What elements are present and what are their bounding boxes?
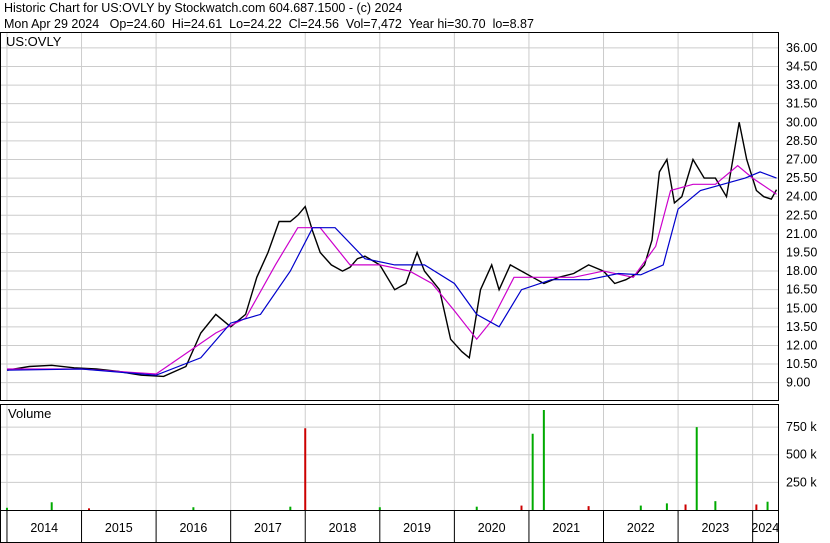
price-tick-label: 22.50 <box>786 208 817 222</box>
volume-panel-frame <box>0 404 779 511</box>
volume-bars <box>5 409 769 510</box>
price-tick-label: 21.00 <box>786 227 817 241</box>
year-tick-label: 2016 <box>179 521 207 535</box>
time-axis: 2014 2015 2016 2017 2018 2019 2020 2021 2022 2023… <box>6 510 779 542</box>
year-tick-label: 2020 <box>478 521 506 535</box>
price-tick-label: 24.00 <box>786 190 817 204</box>
price-tick-label: 25.50 <box>786 171 817 185</box>
year-tick-label: 2015 <box>105 521 133 535</box>
price-tick-label: 31.50 <box>786 97 817 111</box>
volume-tick-label: 500 k <box>786 448 817 462</box>
year-tick-label: 2023 <box>701 521 729 535</box>
price-tick-label: 18.00 <box>786 264 817 278</box>
volume-tick-label: 750 k <box>786 420 817 434</box>
price-tick-label: 10.50 <box>786 357 817 371</box>
price-tick-label: 15.00 <box>786 301 817 315</box>
year-tick-label: 2021 <box>552 521 580 535</box>
price-tick-label: 13.50 <box>786 320 817 334</box>
grid-lines <box>1 33 778 510</box>
header-quote-line: Mon Apr 29 2024 Op=24.60 Hi=24.61 Lo=24.… <box>4 17 534 31</box>
year-tick-label: 2019 <box>403 521 431 535</box>
header-title: Historic Chart for US:OVLY by Stockwatch… <box>4 1 403 15</box>
year-tick-label: 2024 <box>751 521 779 535</box>
year-tick-label: 2022 <box>627 521 655 535</box>
price-tick-label: 36.00 <box>786 41 817 55</box>
price-tick-label: 30.00 <box>786 115 817 129</box>
volume-label: Volume <box>8 406 51 421</box>
ma-long-line <box>6 171 777 376</box>
price-tick-label: 34.50 <box>786 59 817 73</box>
price-tick-label: 16.50 <box>786 283 817 297</box>
symbol-label: US:OVLY <box>6 34 62 49</box>
volume-tick-label: 250 k <box>786 475 817 489</box>
volume-axis: 750 k 500 k 250 k <box>786 420 817 489</box>
year-tick-label: 2017 <box>254 521 282 535</box>
price-line <box>6 122 778 378</box>
price-tick-label: 28.50 <box>786 134 817 148</box>
price-axis: 36.00 34.50 33.00 31.50 30.00 28.50 27.00 25.50… <box>786 41 817 390</box>
price-tick-label: 27.00 <box>786 152 817 166</box>
chart-header: Historic Chart for US:OVLY by Stockwatch… <box>4 0 534 32</box>
price-tick-label: 33.00 <box>786 78 817 92</box>
price-tick-label: 9.00 <box>786 376 810 390</box>
historic-chart: 36.00 34.50 33.00 31.50 30.00 28.50 27.00 25.50… <box>0 32 817 543</box>
year-tick-label: 2018 <box>329 521 357 535</box>
price-lines <box>6 122 778 378</box>
price-tick-label: 19.50 <box>786 245 817 259</box>
price-tick-label: 12.00 <box>786 338 817 352</box>
year-tick-label: 2014 <box>30 521 58 535</box>
